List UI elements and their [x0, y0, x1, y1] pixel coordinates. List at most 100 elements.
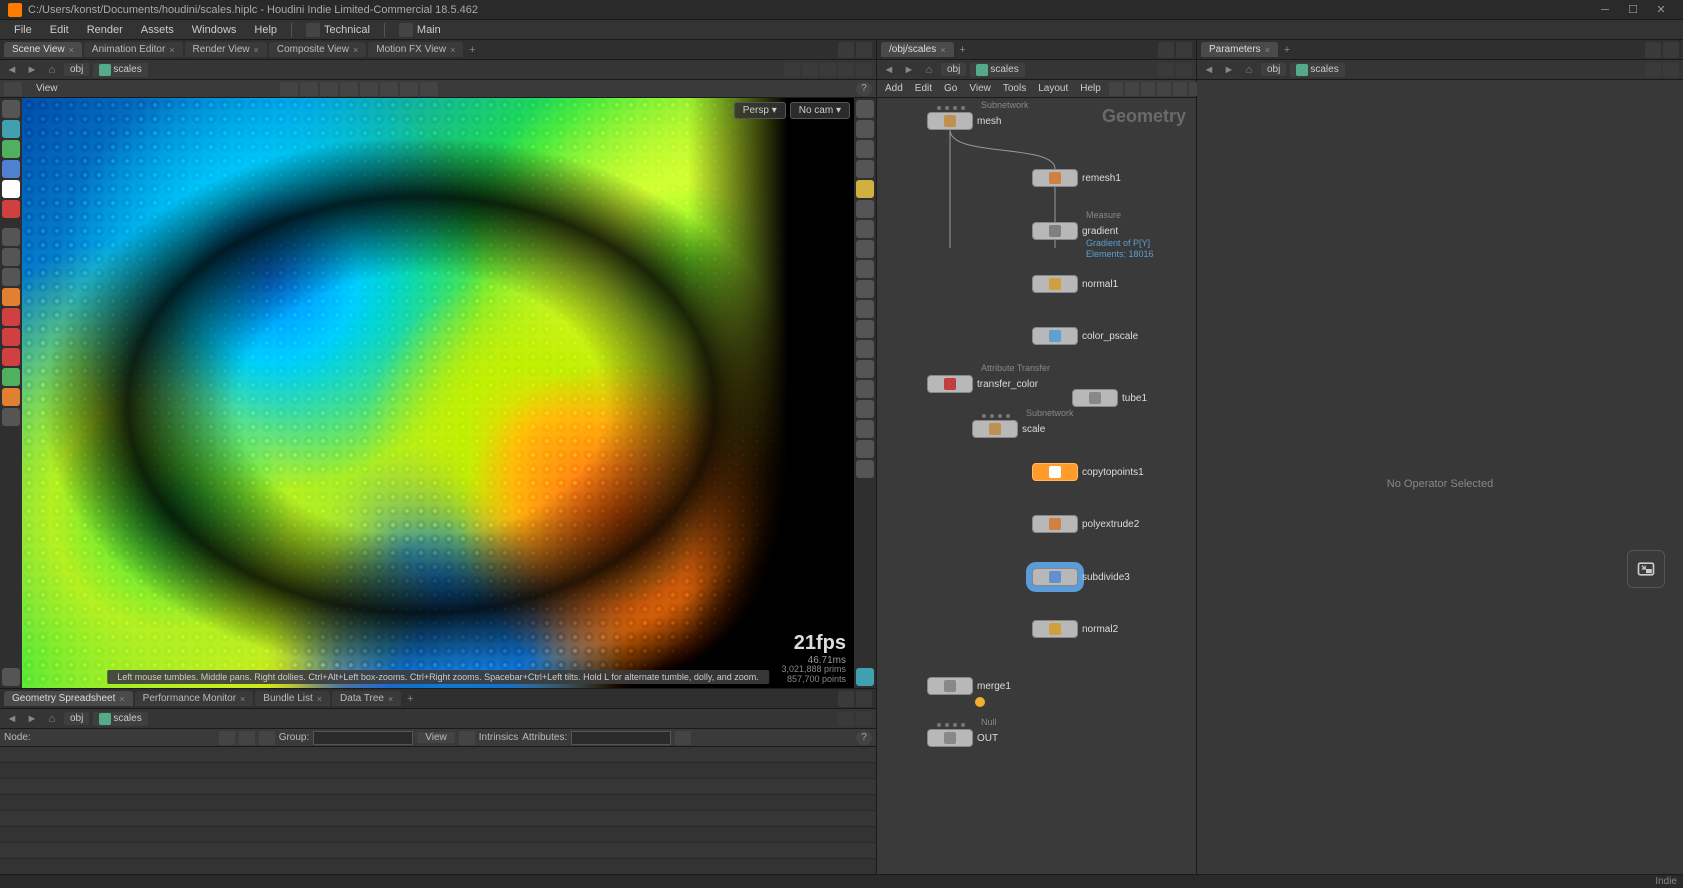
add-tab-button[interactable]: + — [465, 43, 479, 57]
node-merge1[interactable]: merge1 — [927, 677, 1011, 695]
brush-tool-icon[interactable] — [2, 228, 20, 246]
home-icon[interactable]: ⌂ — [44, 63, 60, 77]
pin-icon[interactable] — [1645, 63, 1661, 77]
link-icon[interactable] — [1663, 63, 1679, 77]
node-transfer_color[interactable]: transfer_colorAttribute Transfer — [927, 375, 1038, 393]
display-opt-icon[interactable] — [856, 200, 874, 218]
tab-network[interactable]: /obj/scales× — [881, 42, 954, 57]
node-scale[interactable]: scaleSubnetwork — [972, 420, 1045, 438]
display-opt-icon[interactable] — [856, 440, 874, 458]
close-icon[interactable]: × — [169, 45, 174, 55]
node-polyextrude2[interactable]: polyextrude2 — [1032, 515, 1139, 533]
display-opt-icon[interactable] — [856, 220, 874, 238]
minimize-button[interactable]: ─ — [1591, 2, 1619, 18]
help-icon[interactable]: ? — [856, 731, 872, 745]
rotate-tool-icon[interactable] — [2, 140, 20, 158]
add-tab-button[interactable]: + — [403, 692, 417, 706]
net-tool-icon[interactable] — [1157, 82, 1171, 96]
net-menu-edit[interactable]: Edit — [911, 83, 936, 94]
back-button[interactable]: ◄ — [1201, 63, 1217, 77]
vp-tool-icon[interactable] — [420, 82, 438, 96]
tab-data-tree[interactable]: Data Tree× — [332, 691, 401, 706]
desktop-main[interactable]: Main — [391, 21, 449, 39]
vp-tool-icon[interactable] — [320, 82, 338, 96]
path-scales[interactable]: scales — [1290, 63, 1344, 77]
display-opt-icon[interactable] — [856, 280, 874, 298]
path-scales[interactable]: scales — [93, 63, 147, 77]
lighting-icon[interactable] — [856, 180, 874, 198]
prims-icon[interactable] — [259, 731, 275, 745]
close-icon[interactable]: × — [317, 694, 322, 704]
filter-icon[interactable] — [675, 731, 691, 745]
close-icon[interactable]: × — [254, 45, 259, 55]
pin-icon[interactable] — [1158, 63, 1174, 77]
tab-performance-monitor[interactable]: Performance Monitor× — [135, 691, 254, 706]
forward-button[interactable]: ► — [1221, 63, 1237, 77]
back-button[interactable]: ◄ — [4, 712, 20, 726]
network-canvas[interactable]: Geometry — [877, 98, 1196, 888]
tab-composite-view[interactable]: Composite View× — [269, 42, 366, 57]
display-opt-icon[interactable] — [856, 420, 874, 438]
view-dropdown-icon[interactable] — [459, 731, 475, 745]
node-subdivide3[interactable]: subdivide3 — [1032, 568, 1130, 586]
close-icon[interactable]: × — [940, 45, 945, 55]
forward-button[interactable]: ► — [24, 63, 40, 77]
node-color_pscale[interactable]: color_pscale — [1032, 327, 1138, 345]
lock-tool-icon[interactable] — [2, 200, 20, 218]
camera-select-button[interactable]: No cam ▾ — [790, 102, 850, 119]
magnet-tool-icon[interactable] — [2, 288, 20, 306]
net-tool-icon[interactable] — [1125, 82, 1139, 96]
net-menu-view[interactable]: View — [965, 83, 995, 94]
pane-expand-icon[interactable] — [856, 691, 872, 707]
display-opt-icon[interactable] — [856, 400, 874, 418]
help-icon[interactable]: ? — [856, 82, 872, 96]
path-obj[interactable]: obj — [1261, 63, 1286, 76]
vp-tool-icon[interactable] — [340, 82, 358, 96]
vp-tool-icon[interactable] — [300, 82, 318, 96]
display-opt-icon[interactable] — [856, 140, 874, 158]
pane-expand-icon[interactable] — [1663, 42, 1679, 58]
display-opt-icon[interactable] — [856, 380, 874, 398]
close-icon[interactable]: × — [240, 694, 245, 704]
display-opt-icon[interactable] — [856, 260, 874, 278]
maximize-button[interactable]: ☐ — [1619, 2, 1647, 18]
pin-icon[interactable] — [784, 63, 800, 77]
node-remesh1[interactable]: remesh1 — [1032, 169, 1121, 187]
paint-tool-icon[interactable] — [2, 248, 20, 266]
net-tool-icon[interactable] — [1173, 82, 1187, 96]
back-button[interactable]: ◄ — [881, 63, 897, 77]
menu-edit[interactable]: Edit — [42, 22, 77, 38]
points-icon[interactable] — [219, 731, 235, 745]
close-icon[interactable]: × — [69, 45, 74, 55]
close-icon[interactable]: × — [1265, 45, 1270, 55]
table-row[interactable] — [0, 843, 876, 859]
menu-help[interactable]: Help — [246, 22, 285, 38]
node-OUT[interactable]: OUTNull — [927, 729, 998, 747]
node-mesh[interactable]: meshSubnetwork — [927, 112, 1001, 130]
node-tube1[interactable]: tube1 — [1072, 389, 1147, 407]
move-tool-icon[interactable] — [2, 120, 20, 138]
path-obj[interactable]: obj — [941, 63, 966, 76]
node-copytopoints1[interactable]: copytopoints1 — [1032, 463, 1144, 481]
snap-tool-icon[interactable] — [2, 308, 20, 326]
forward-button[interactable]: ► — [24, 712, 40, 726]
net-tool-icon[interactable] — [1141, 82, 1155, 96]
display-settings-icon[interactable] — [856, 668, 874, 686]
tab-geometry-spreadsheet[interactable]: Geometry Spreadsheet× — [4, 691, 133, 706]
add-tab-button[interactable]: + — [956, 43, 970, 57]
view-menu-icon[interactable] — [4, 82, 22, 96]
link-icon[interactable] — [856, 712, 872, 726]
net-menu-go[interactable]: Go — [940, 83, 961, 94]
vp-tool-icon[interactable] — [400, 82, 418, 96]
snap2-tool-icon[interactable] — [2, 328, 20, 346]
tab-motion-fx-view[interactable]: Motion FX View× — [368, 42, 463, 57]
net-menu-add[interactable]: Add — [881, 83, 907, 94]
table-row[interactable] — [0, 811, 876, 827]
display-opt-icon[interactable] — [856, 160, 874, 178]
group-field[interactable] — [313, 731, 413, 745]
pin-icon[interactable] — [838, 712, 854, 726]
menu-assets[interactable]: Assets — [133, 22, 182, 38]
tab-parameters[interactable]: Parameters× — [1201, 42, 1278, 57]
path-scales[interactable]: scales — [970, 63, 1024, 77]
path-obj[interactable]: obj — [64, 712, 89, 725]
